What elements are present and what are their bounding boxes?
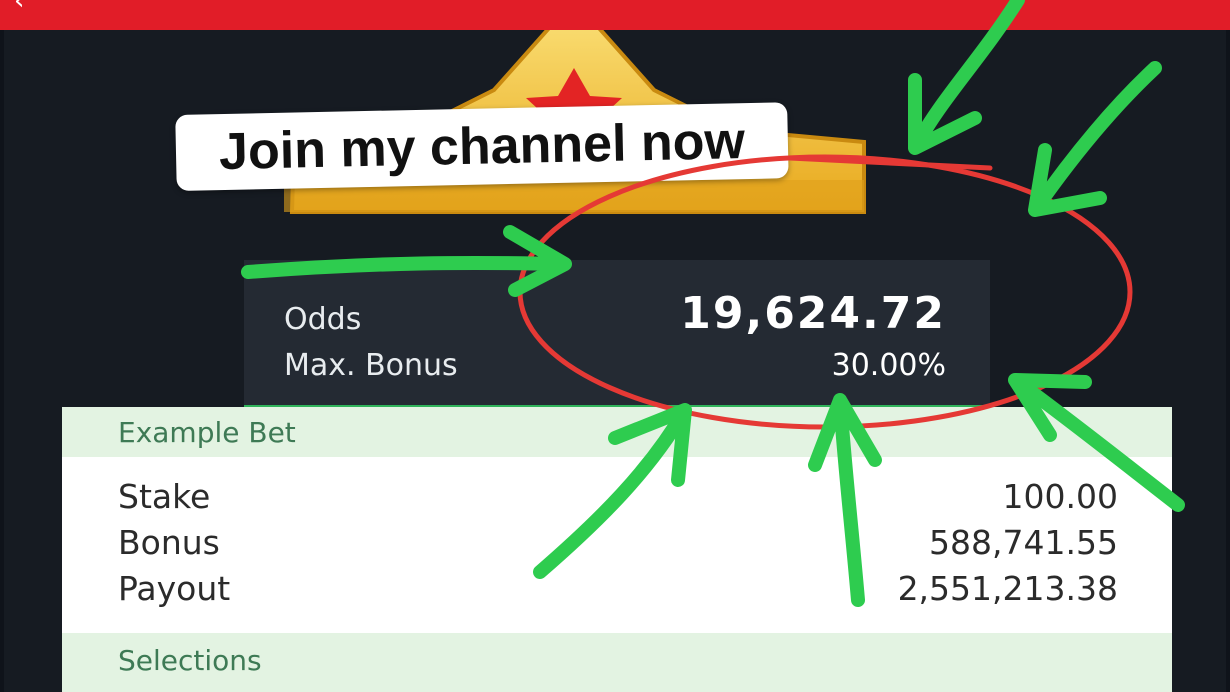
example-bet-card: Example Bet Stake 100.00 Bonus 588,741.5… bbox=[62, 407, 1172, 692]
max-bonus-label: Max. Bonus bbox=[284, 348, 458, 383]
stake-row: Stake 100.00 bbox=[118, 477, 1118, 516]
example-bet-header: Example Bet bbox=[62, 407, 1172, 457]
stake-label: Stake bbox=[118, 477, 211, 516]
bonus-row: Bonus 588,741.55 bbox=[118, 523, 1118, 562]
selections-header[interactable]: Selections bbox=[62, 633, 1172, 692]
odds-label: Odds bbox=[284, 302, 362, 337]
bonus-label: Bonus bbox=[118, 523, 220, 562]
max-bonus-value: 30.00% bbox=[831, 348, 946, 383]
top-bar: ‹ bbox=[0, 0, 1230, 30]
payout-label: Payout bbox=[118, 569, 231, 608]
odds-panel: Odds 19,624.72 Max. Bonus 30.00% bbox=[244, 260, 990, 408]
join-channel-banner: Join my channel now bbox=[175, 102, 789, 191]
back-arrow-icon[interactable]: ‹ bbox=[14, 0, 24, 14]
stake-value: 100.00 bbox=[1002, 477, 1118, 516]
odds-value: 19,624.72 bbox=[680, 288, 946, 339]
payout-row: Payout 2,551,213.38 bbox=[118, 569, 1118, 608]
bonus-value: 588,741.55 bbox=[929, 523, 1118, 562]
payout-value: 2,551,213.38 bbox=[897, 569, 1118, 608]
